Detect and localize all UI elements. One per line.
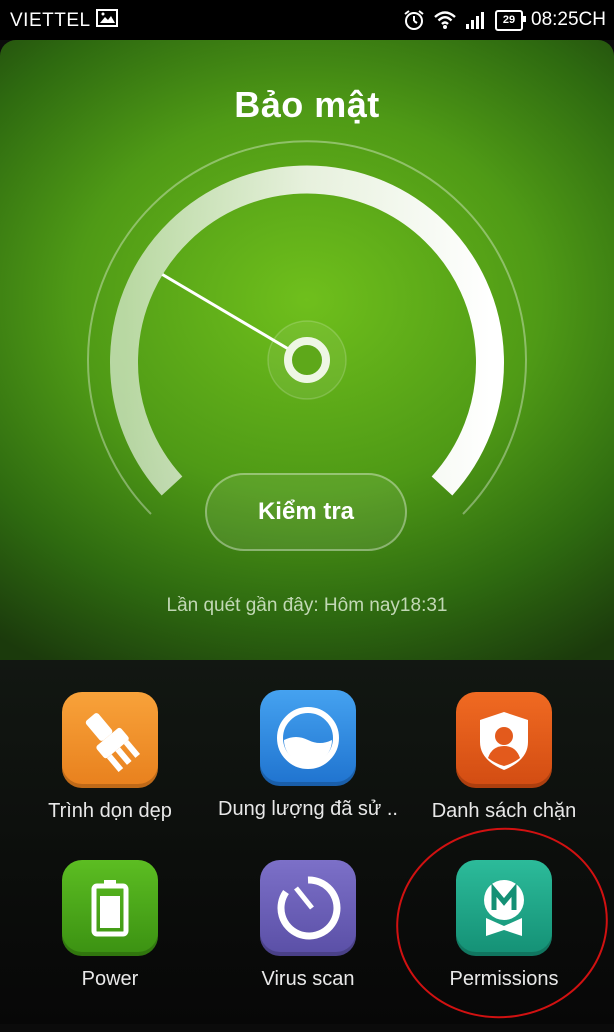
battery-power-icon <box>62 860 158 956</box>
tile-cleaner[interactable]: Trình dọn dẹp <box>10 692 210 832</box>
tile-virus-scan[interactable]: Virus scan <box>208 860 408 1000</box>
clock-time: 08:25CH <box>531 9 606 30</box>
tile-blocklist-label: Danh sách chặn <box>431 800 577 822</box>
tile-power-label: Power <box>81 968 139 990</box>
image-icon <box>96 9 118 27</box>
battery-level: 29 <box>502 14 516 26</box>
tile-data-usage-label: Dung lượng đã sử .. <box>218 798 398 820</box>
scan-check-button[interactable]: Kiểm tra <box>205 473 407 551</box>
security-gauge <box>87 140 527 515</box>
last-scan-text: Lần quét gần đây: Hôm nay18:31 <box>166 595 448 616</box>
alarm-icon <box>404 10 424 30</box>
gauge-needle <box>161 273 308 362</box>
tile-virus-scan-label: Virus scan <box>261 968 355 990</box>
gauge-hub <box>284 337 330 383</box>
wifi-icon <box>434 11 456 29</box>
tile-blocklist[interactable]: Danh sách chặn <box>404 692 604 832</box>
data-usage-icon <box>260 690 356 786</box>
security-panel: Bảo mật Kiểm tra Lần quét gần đây: Hôm n… <box>0 40 614 660</box>
cleaner-brush-icon <box>62 692 158 788</box>
carrier-name: VIETTEL <box>10 10 91 31</box>
signal-icon <box>466 12 484 29</box>
tile-cleaner-label: Trình dọn dẹp <box>48 800 172 822</box>
status-bar: VIETTEL 29 08:25CH <box>0 0 614 40</box>
blocklist-shield-icon <box>456 692 552 788</box>
tile-power[interactable]: Power <box>10 860 210 1000</box>
battery-icon: 29 <box>495 9 526 31</box>
virus-scan-icon <box>260 860 356 956</box>
tile-data-usage[interactable]: Dung lượng đã sử .. <box>208 690 408 830</box>
